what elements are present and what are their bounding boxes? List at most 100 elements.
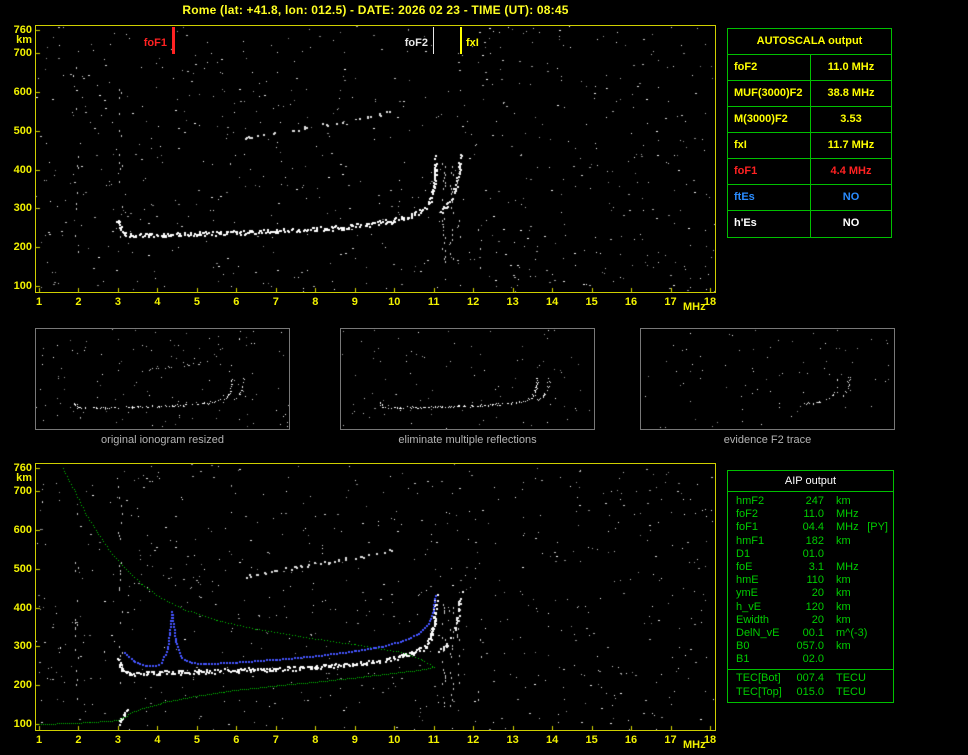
autoscala-output-panel: AUTOSCALA output foF2 11.0 MHz MUF(3000)F2… <box>727 28 892 238</box>
thumbnail-multiples-removed-canvas <box>341 329 594 429</box>
thumbnail-caption-original: original ionogram resized <box>101 434 224 446</box>
aip-row-hmF2: hmF2 247 km <box>728 495 893 508</box>
aip-output-panel: AIP output hmF2 247 km foF2 11.0 MHz foF1 04.4 M… <box>727 470 894 703</box>
y-axis-tick-label: 400 <box>13 601 32 614</box>
x-axis-tick-label: 11 <box>427 734 440 746</box>
x-axis-tick-label: 1 <box>35 734 43 746</box>
x-axis-tick-label: 14 <box>545 296 559 308</box>
parameter-value: 11.0 <box>803 508 824 521</box>
x-axis-tick-label: 6 <box>233 296 240 308</box>
autoscala-rows: foF2 11.0 MHz MUF(3000)F2 38.8 MHz M(3000)F2… <box>728 55 891 237</box>
aip-row-TEC[Top]: TEC[Top] 015.0 TECU <box>728 686 893 699</box>
parameter-value: NO <box>842 217 860 229</box>
parameter-value: 120 <box>805 600 824 613</box>
parameter-label: TEC[Top] <box>736 685 782 698</box>
parameter-label: M(3000)F2 <box>728 107 811 132</box>
fxI-marker-label: fxI <box>466 37 479 49</box>
x-axis-tick-label: 12 <box>467 296 480 308</box>
aip-row-h_vE: h_vE 120 km <box>728 601 893 614</box>
x-axis-tick-label: 13 <box>506 296 519 308</box>
x-axis-tick-label: 17 <box>664 734 677 746</box>
ionogram-plot: foF1 foF2 fxI <box>35 25 716 293</box>
station-date-title: Rome (lat: +41.8, lon: 012.5) - DATE: 20… <box>182 3 569 17</box>
y-axis-tick-label: 700 <box>13 47 32 60</box>
parameter-unit: TECU <box>836 672 866 685</box>
x-axis-tick-label: 7 <box>272 734 279 746</box>
parameter-value: 00.1 <box>802 626 824 639</box>
ionogram-canvas <box>36 26 715 292</box>
y-axis-tick-label: 700 <box>13 485 32 498</box>
x-axis-tick-label: 16 <box>624 734 638 746</box>
parameter-label: fxI <box>728 133 811 158</box>
x-axis-tick-label: 5 <box>193 296 200 308</box>
thumbnail-multiples-removed <box>340 328 595 430</box>
x-axis-tick-label: 14 <box>545 734 559 746</box>
foF2-marker-label: foF2 <box>404 37 428 49</box>
aip-row-Ewidth: Ewidth 20 km <box>728 614 893 627</box>
x-axis-tick-label: 17 <box>664 296 677 308</box>
aip-row-B1: B1 02.0 <box>728 653 893 666</box>
autoscala-window: Rome (lat: +41.8, lon: 012.5) - DATE: 20… <box>0 0 968 755</box>
parameter-label: hmE <box>736 574 759 587</box>
parameter-label: D1 <box>736 547 751 560</box>
parameter-unit: TECU <box>836 685 866 698</box>
aip-row-foE: foE 3.1 MHz <box>728 561 893 574</box>
x-axis-tick-label: 3 <box>114 296 121 308</box>
parameter-value: 02.0 <box>802 653 824 666</box>
x-axis-tick-label: 10 <box>388 296 401 308</box>
y-axis-tick-label: 500 <box>13 124 32 137</box>
x-axis-tick-label: 4 <box>154 296 161 308</box>
parameter-unit: km <box>836 495 851 507</box>
parameter-unit <box>824 548 836 561</box>
y-axis-unit-label: km <box>16 472 32 484</box>
parameter-value: 04.4 <box>802 521 824 534</box>
aip-row-ymE: ymE 20 km <box>728 587 893 600</box>
parameter-label: hmF2 <box>736 495 765 507</box>
thumbnail-f2-trace-canvas <box>641 329 894 429</box>
parameter-value: 3.53 <box>840 113 862 125</box>
x-axis-tick-label: 2 <box>75 734 82 746</box>
parameter-value: 182 <box>805 534 824 547</box>
parameter-value: 015.0 <box>796 685 824 698</box>
x-axis-tick-label: 6 <box>233 734 240 746</box>
x-axis-tick-label: 7 <box>272 296 279 308</box>
autoscala-row-foF1: foF1 4.4 MHz <box>728 159 891 185</box>
parameter-unit: km <box>836 587 851 600</box>
parameter-label: foF2 <box>728 55 811 80</box>
parameter-label: h'Es <box>728 211 811 237</box>
thumbnail-caption-f2trace: evidence F2 trace <box>723 434 812 446</box>
parameter-label: B0 <box>736 640 750 653</box>
parameter-value: 11.0 MHz <box>827 61 875 73</box>
parameter-unit: km <box>836 534 851 547</box>
aip-panel-header: AIP output <box>728 471 893 492</box>
parameter-unit: km <box>836 574 851 587</box>
x-axis-tick-label: 5 <box>193 734 200 746</box>
parameter-label: DelN_vE <box>736 626 780 639</box>
parameter-label: Ewidth <box>736 613 770 626</box>
y-axis-tick-label: 300 <box>13 640 32 653</box>
aip-row-foF1: foF1 04.4 MHz [PY] <box>728 521 893 534</box>
aip-row-foF2: foF2 11.0 MHz <box>728 508 893 521</box>
aip-row-DelN_vE: DelN_vE 00.1 m^(-3) <box>728 627 893 640</box>
foF1-marker-label: foF1 <box>143 37 167 49</box>
y-axis-tick-label: 200 <box>13 679 32 692</box>
parameter-value: 4.4 MHz <box>830 165 872 177</box>
thumbnail-original-canvas <box>36 329 289 429</box>
parameter-value: 057.0 <box>796 640 824 653</box>
x-axis-tick-label: 15 <box>585 734 598 746</box>
aip-tec-rows: TEC[Bot] 007.4 TECU TEC[Top] 015.0 TECU <box>728 669 893 698</box>
y-axis-tick-label: 200 <box>13 241 32 254</box>
parameter-label: B1 <box>736 653 750 666</box>
parameter-unit: km <box>836 613 851 626</box>
x-axis-tick-label: 9 <box>351 734 358 746</box>
parameter-value: 247 <box>805 495 824 507</box>
aip-row-hmE: hmE 110 km <box>728 574 893 587</box>
autoscala-row-fxI: fxI 11.7 MHz <box>728 133 891 159</box>
x-axis-tick-label: 9 <box>351 296 358 308</box>
foF2-marker-line <box>433 27 434 54</box>
x-axis-tick-label: 4 <box>154 734 161 746</box>
parameter-value: 01.0 <box>802 547 824 560</box>
x-axis-unit-label: MHz <box>683 301 706 313</box>
parameter-label: foF1 <box>736 521 759 534</box>
parameter-label: foF1 <box>728 159 811 184</box>
